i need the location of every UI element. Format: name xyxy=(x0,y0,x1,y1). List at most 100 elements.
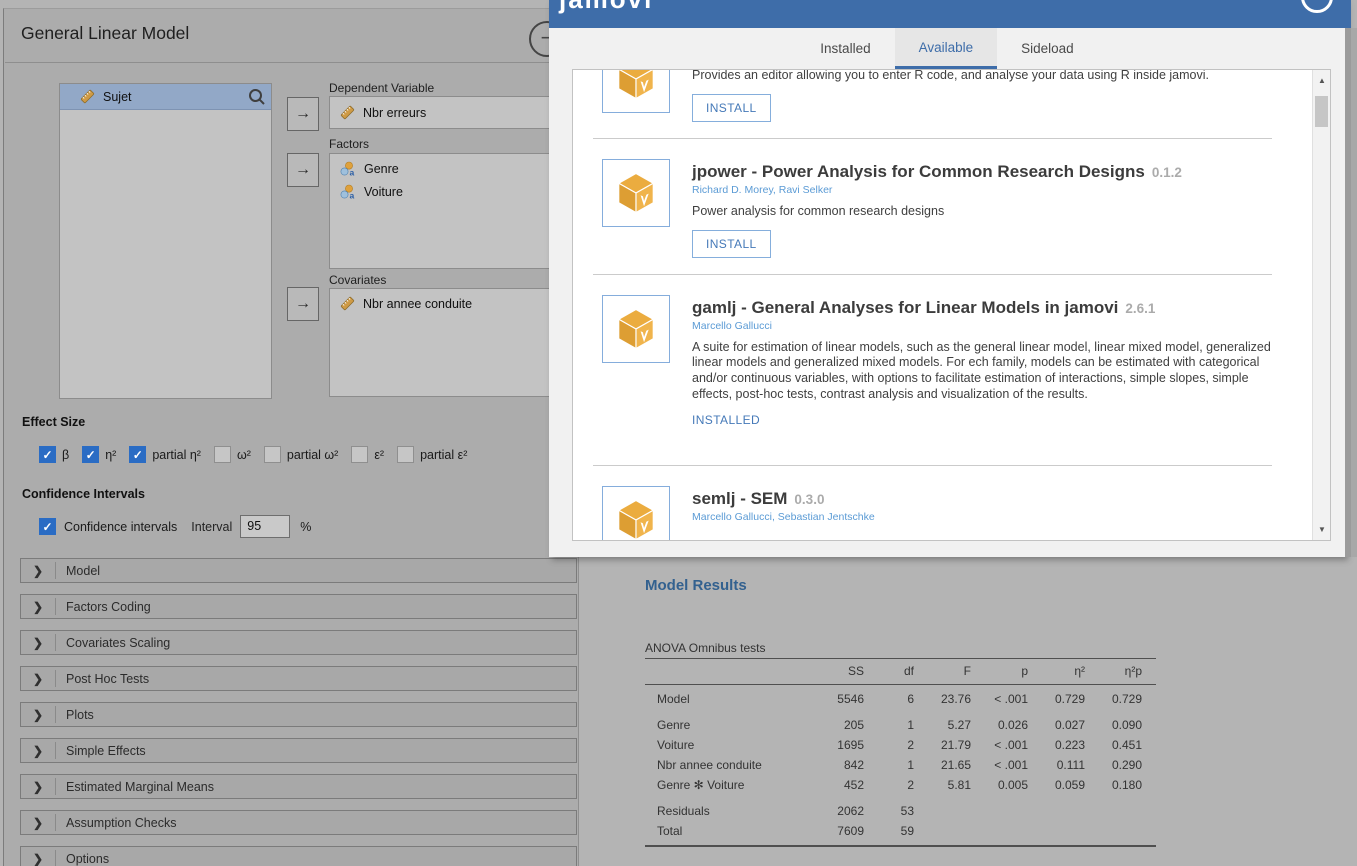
supplier-item-selected[interactable]: Sujet xyxy=(60,84,271,110)
anova-col-label xyxy=(645,664,813,678)
continuous-variable-icon xyxy=(340,296,355,311)
collapsed-section-bar[interactable]: ❯ Assumption Checks xyxy=(20,810,577,835)
dependent-variable-item[interactable]: Nbr erreurs xyxy=(330,101,575,124)
collapsed-section-bar[interactable]: ❯ Factors Coding xyxy=(20,594,577,619)
check-icon: ✓ xyxy=(133,449,143,461)
installed-label: INSTALLED xyxy=(692,413,1272,427)
check-icon: ✓ xyxy=(86,449,96,461)
module-info: jpower - Power Analysis for Common Resea… xyxy=(692,153,1272,258)
factor-item[interactable]: a Voiture xyxy=(330,180,575,203)
module-authors[interactable]: Richard D. Morey, Ravi Selker xyxy=(692,183,1272,198)
anova-col-df: df xyxy=(870,664,920,678)
variable-supplier-box[interactable]: Sujet xyxy=(59,83,272,399)
move-to-covariates-button[interactable]: → xyxy=(287,287,319,321)
install-button[interactable]: INSTALL xyxy=(692,94,771,122)
module-description: Provides an editor allowing you to enter… xyxy=(692,69,1272,84)
supplier-item-label: Sujet xyxy=(103,90,132,104)
anova-col-eta2: η² xyxy=(1034,664,1091,678)
collapsed-section-bar[interactable]: ❯ Model xyxy=(20,558,577,583)
chevron-right-icon: ❯ xyxy=(21,672,55,686)
close-icon[interactable] xyxy=(1301,0,1333,13)
scroll-down-icon[interactable]: ▼ xyxy=(1313,525,1331,534)
module-authors[interactable]: Marcello Gallucci xyxy=(692,319,1272,334)
modal-tab[interactable]: Available xyxy=(895,28,998,69)
library-modal: jamovi Installed Available Sideload xyxy=(549,0,1345,557)
anova-col-ss: SS xyxy=(813,664,870,678)
dependent-variable-box[interactable]: Nbr erreurs xyxy=(329,96,576,129)
chevron-right-icon: ❯ xyxy=(21,852,55,866)
covariates-box[interactable]: Nbr annee conduite xyxy=(329,288,576,397)
checkbox[interactable] xyxy=(214,446,231,463)
section-divider xyxy=(55,850,56,866)
factors-label: Factors xyxy=(329,137,369,151)
effect-size-option: ✓ partial η² xyxy=(129,446,201,463)
interval-input[interactable]: 95 xyxy=(240,515,290,538)
module-list: Jonathon Love Provides an editor allowin… xyxy=(572,69,1331,541)
percent-label: % xyxy=(300,520,311,534)
module-description: A suite for estimation of linear models,… xyxy=(692,340,1272,403)
effect-size-option: partial ω² xyxy=(264,446,338,463)
module-version: 0.3.0 xyxy=(794,492,824,507)
nominal-variable-icon: a xyxy=(340,184,356,200)
collapsed-section-bar[interactable]: ❯ Post Hoc Tests xyxy=(20,666,577,691)
collapsed-section-bar[interactable]: ❯ Simple Effects xyxy=(20,738,577,763)
module-info: semlj - SEM0.3.0 Marcello Gallucci, Seba… xyxy=(692,480,1272,525)
effect-size-options: ✓ β ✓ η² ✓ partial η² ω² xyxy=(39,446,467,463)
collapsed-section-bar[interactable]: ❯ Covariates Scaling xyxy=(20,630,577,655)
arrow-right-icon: → xyxy=(295,161,311,178)
module-icon xyxy=(602,159,670,227)
factor-item[interactable]: a Genre xyxy=(330,157,575,180)
anova-row: Nbr annee conduite 842 1 21.65 < .001 0.… xyxy=(645,755,1156,775)
move-to-dependent-button[interactable]: → xyxy=(287,97,319,131)
scroll-up-icon[interactable]: ▲ xyxy=(1313,76,1331,85)
search-icon[interactable] xyxy=(247,87,267,107)
module-title: jpower - Power Analysis for Common Resea… xyxy=(692,161,1272,183)
modal-tab[interactable]: Installed xyxy=(796,28,894,69)
module-version: 2.6.1 xyxy=(1125,301,1155,316)
dependent-variable-value: Nbr erreurs xyxy=(363,106,426,120)
chevron-right-icon: ❯ xyxy=(21,708,55,722)
checkbox[interactable] xyxy=(397,446,414,463)
effect-size-option: ε² xyxy=(351,446,384,463)
install-button[interactable]: INSTALL xyxy=(692,230,771,258)
svg-text:a: a xyxy=(350,167,355,177)
section-divider xyxy=(55,598,56,615)
check-icon: ✓ xyxy=(42,449,52,461)
checkbox[interactable]: ✓ xyxy=(82,446,99,463)
modal-header: jamovi xyxy=(549,0,1351,28)
scrollbar-thumb[interactable] xyxy=(1315,96,1328,127)
covariates-label: Covariates xyxy=(329,273,386,287)
section-divider xyxy=(55,670,56,687)
interval-label: Interval xyxy=(191,520,232,534)
module-icon xyxy=(602,295,670,363)
nominal-variable-icon: a xyxy=(340,161,356,177)
section-divider xyxy=(55,778,56,795)
background-scrollbar-track xyxy=(1351,28,1357,557)
move-to-factors-button[interactable]: → xyxy=(287,153,319,187)
section-divider xyxy=(55,814,56,831)
anova-row: Total 7609 59 xyxy=(645,821,1156,841)
anova-row: Voiture 1695 2 21.79 < .001 0.223 0.451 xyxy=(645,735,1156,755)
arrow-right-icon: → xyxy=(295,105,311,122)
collapsed-section-bar[interactable]: ❯ Plots xyxy=(20,702,577,727)
checkbox[interactable]: ✓ xyxy=(129,446,146,463)
checkbox[interactable]: ✓ xyxy=(39,446,56,463)
title-divider xyxy=(5,62,579,63)
module-info: gamlj - General Analyses for Linear Mode… xyxy=(692,289,1272,427)
anova-col-eta2p: η²p xyxy=(1091,664,1148,678)
module-info: Jonathon Love Provides an editor allowin… xyxy=(692,69,1272,122)
modal-tab[interactable]: Sideload xyxy=(997,28,1098,69)
checkbox[interactable] xyxy=(264,446,281,463)
module-entry: Jonathon Love Provides an editor allowin… xyxy=(573,69,1312,138)
checkbox[interactable] xyxy=(351,446,368,463)
factors-box[interactable]: a Genre a Voiture xyxy=(329,153,576,269)
module-list-scrollbar[interactable]: ▲ ▼ xyxy=(1312,70,1330,540)
module-authors[interactable]: Marcello Gallucci, Sebastian Jentschke xyxy=(692,510,1272,525)
collapsed-section-bar[interactable]: ❯ Estimated Marginal Means xyxy=(20,774,577,799)
collapsed-section-bar[interactable]: ❯ Options xyxy=(20,846,577,866)
jamovi-app: [3] Model Results ANOVA Omnibus tests SS… xyxy=(0,0,1357,866)
covariate-item[interactable]: Nbr annee conduite xyxy=(330,292,575,315)
check-icon: ✓ xyxy=(42,521,52,533)
module-entry: gamlj - General Analyses for Linear Mode… xyxy=(573,275,1312,465)
confidence-intervals-checkbox[interactable]: ✓ xyxy=(39,518,56,535)
